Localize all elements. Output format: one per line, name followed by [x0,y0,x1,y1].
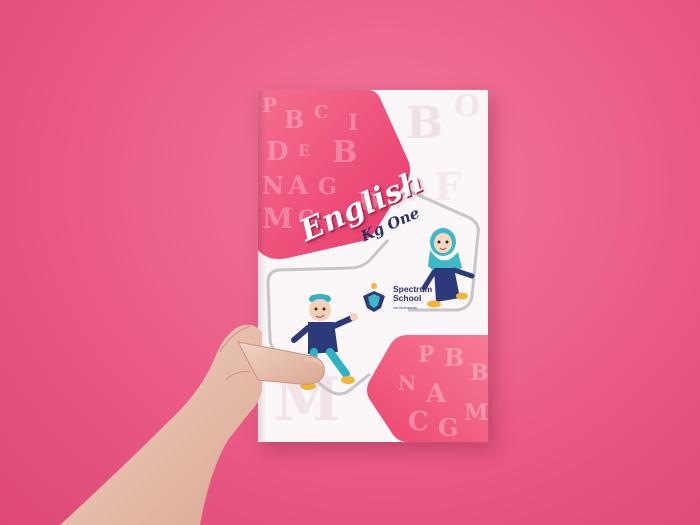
svg-text:O: O [454,90,480,124]
spine-shadow [258,90,266,442]
svg-text:C: C [314,102,328,123]
svg-text:B: B [444,343,464,372]
svg-text:C: C [408,407,429,437]
school-logo: Spectrum School Ilmi Muhtarmah [359,282,469,322]
school-tagline: Ilmi Muhtarmah [393,306,418,310]
svg-text:A: A [425,379,447,409]
svg-text:B: B [332,135,357,170]
svg-text:M: M [262,202,293,235]
svg-text:N: N [398,371,416,395]
svg-text:B: B [284,105,304,134]
svg-text:P: P [418,342,435,368]
svg-text:B: B [470,360,488,386]
svg-text:E: E [298,141,310,160]
svg-text:G: G [318,174,337,200]
school-name: Spectrum School [393,284,433,303]
svg-text:I: I [348,110,358,136]
book-cover: B O F M P B C B D E N A G M C I D P B B … [258,90,488,442]
school-emblem-icon [363,283,385,312]
svg-text:B: B [406,98,443,149]
svg-text:A: A [287,171,309,201]
svg-text:M: M [464,400,488,426]
svg-text:D: D [266,137,289,167]
cover-artwork: B O F M P B C B D E N A G M C I D P B B … [258,90,488,442]
svg-text:G: G [438,413,459,442]
